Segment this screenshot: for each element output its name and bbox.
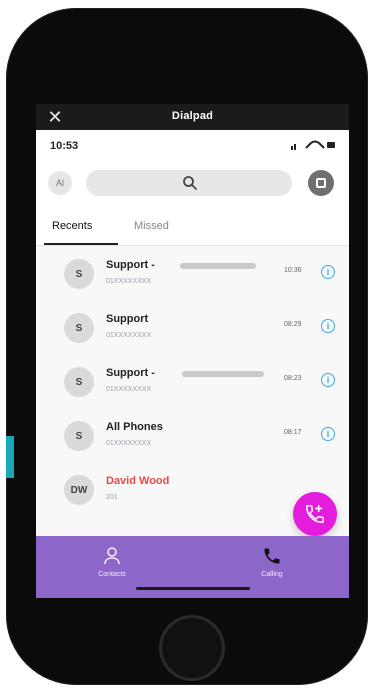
info-icon[interactable]: i [321,319,335,333]
call-time: 08:23 [284,375,302,382]
contact-name: Support - [106,367,155,379]
user-avatar[interactable]: Al [48,171,72,195]
status-bar: 10:53 [36,130,349,158]
home-indicator [136,587,250,590]
search-row: Al [36,158,349,210]
tabs-bar: Recents Missed [36,210,349,246]
call-time: 08:17 [284,429,302,436]
new-call-button[interactable] [293,492,337,536]
status-time: 10:53 [50,140,79,152]
dialpad-icon [316,178,326,188]
redacted-text [182,371,264,377]
status-icons [291,140,335,150]
info-icon[interactable]: i [321,373,335,387]
bottom-navigation: Contacts Calling [36,536,349,598]
call-row[interactable]: S Support 01XXXXXXXX 08:29 i [36,301,349,355]
nav-calling[interactable]: Calling [242,544,302,584]
active-tab-indicator [44,243,118,245]
contact-name: All Phones [106,421,163,433]
call-row[interactable]: S All Phones 01XXXXXXXX 08:17 i [36,409,349,463]
search-icon [183,176,197,190]
call-row[interactable]: S Support - 01XXXXXXXX 08:23 i [36,355,349,409]
dialpad-button[interactable] [308,170,334,196]
contact-avatar: S [64,313,94,343]
teal-edge-decoration [6,436,14,478]
contact-name: Support - [106,259,155,271]
contact-number: 201 [106,494,118,501]
contact-avatar: S [64,367,94,397]
nav-calling-label: Calling [261,571,283,578]
nav-contacts[interactable]: Contacts [82,544,142,584]
info-icon[interactable]: i [321,265,335,279]
call-time: 10:36 [284,267,302,274]
contact-avatar: S [64,421,94,451]
phone-screen: ✕ Dialpad 10:53 Al Recents Missed S Supp… [36,104,349,598]
info-icon[interactable]: i [321,427,335,441]
tab-missed[interactable]: Missed [134,220,169,232]
contact-avatar: DW [64,475,94,505]
tab-recents[interactable]: Recents [52,220,92,232]
contact-number: 01XXXXXXXX [106,386,152,393]
phone-icon [264,548,280,564]
phone-frame: ✕ Dialpad 10:53 Al Recents Missed S Supp… [6,8,368,685]
search-bar[interactable] [86,170,292,196]
contact-name: Support [106,313,149,325]
redacted-text [180,263,256,269]
home-button-hardware [162,618,222,678]
contact-number: 01XXXXXXXX [106,440,152,447]
phone-plus-icon [306,504,324,523]
nav-contacts-label: Contacts [98,571,126,578]
contact-avatar: S [64,259,94,289]
person-icon [104,547,120,565]
app-area: 10:53 Al Recents Missed S Support - 01XX… [36,130,349,598]
recent-calls-list: S Support - 01XXXXXXXX 10:36 i S Support… [36,247,349,527]
call-time: 08:29 [284,321,302,328]
window-title: Dialpad [171,110,214,122]
call-row[interactable]: S Support - 01XXXXXXXX 10:36 i [36,247,349,301]
contact-name: David Wood [106,475,170,487]
contact-number: 01XXXXXXXX [106,278,152,285]
window-titlebar: ✕ Dialpad [36,104,349,130]
contact-number: 01XXXXXXXX [106,332,152,339]
